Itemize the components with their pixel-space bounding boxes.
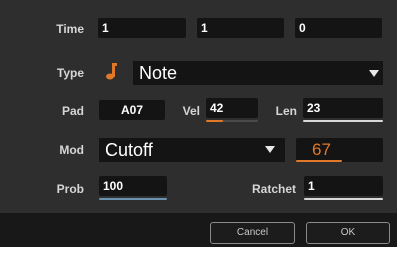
len-underline bbox=[303, 120, 383, 122]
prob-label: Prob bbox=[56, 182, 84, 196]
len-field[interactable]: 23 bbox=[303, 98, 383, 118]
mod-value-underline bbox=[296, 160, 342, 162]
type-dropdown-value: Note bbox=[139, 63, 178, 83]
len-label: Len bbox=[275, 104, 297, 118]
chevron-down-icon bbox=[369, 70, 379, 77]
prob-underline bbox=[99, 198, 167, 200]
prob-field[interactable]: 100 bbox=[99, 176, 167, 196]
ratchet-label: Ratchet bbox=[251, 182, 296, 196]
chevron-down-icon bbox=[265, 146, 275, 153]
music-note-icon bbox=[104, 61, 118, 81]
time-bar-field[interactable]: 1 bbox=[98, 18, 186, 38]
vel-label: Vel bbox=[182, 104, 200, 118]
dialog-footer: Cancel OK bbox=[0, 213, 397, 247]
time-tick-field[interactable]: 0 bbox=[295, 18, 382, 38]
type-dropdown[interactable]: Note bbox=[133, 61, 383, 85]
pad-label: Pad bbox=[61, 104, 84, 118]
mod-value-field[interactable]: 67 bbox=[296, 138, 383, 162]
ratchet-field[interactable]: 1 bbox=[304, 176, 383, 196]
time-label: Time bbox=[56, 22, 84, 36]
pad-field[interactable]: A07 bbox=[99, 100, 165, 120]
vel-field[interactable]: 42 bbox=[206, 98, 258, 118]
ratchet-underline bbox=[304, 198, 383, 200]
time-beat-field[interactable]: 1 bbox=[197, 18, 284, 38]
mod-value: 67 bbox=[312, 140, 331, 159]
mod-label: Mod bbox=[59, 143, 84, 157]
vel-level-bar bbox=[206, 120, 223, 122]
cancel-button[interactable]: Cancel bbox=[210, 222, 295, 244]
mod-dropdown-value: Cutoff bbox=[105, 140, 153, 160]
ok-button[interactable]: OK bbox=[306, 222, 390, 244]
mod-dropdown[interactable]: Cutoff bbox=[99, 138, 285, 162]
note-edit-dialog: Time 1 1 0 Type Note Pad A07 Vel 42 Len … bbox=[0, 0, 397, 247]
type-label: Type bbox=[56, 66, 84, 80]
